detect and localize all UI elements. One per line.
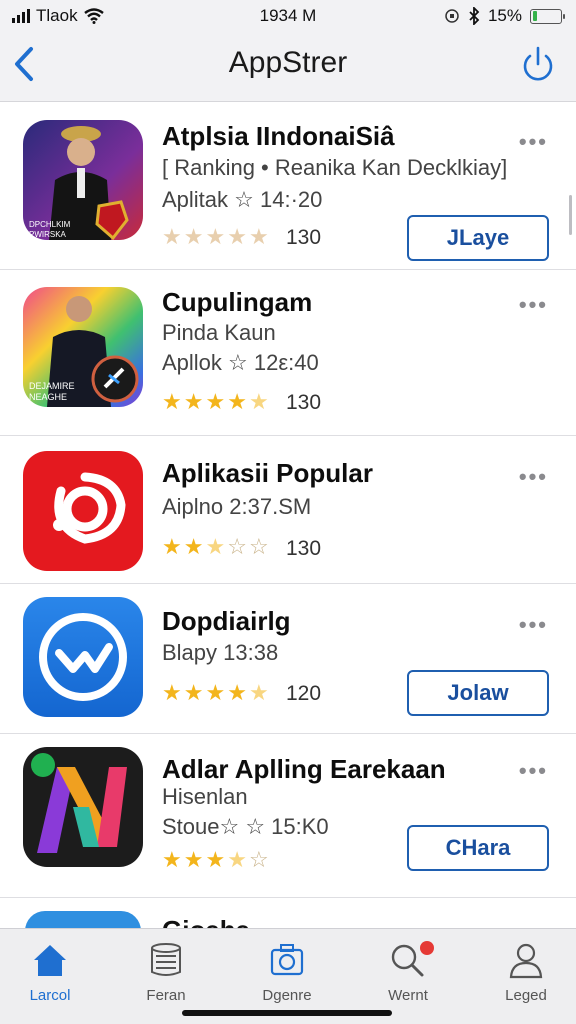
status-bar: Tlaok 1934 M 15% [0,0,576,32]
app-meta: Aplitak ☆ 14:·20 [162,187,323,212]
sound-logo-icon [53,472,126,544]
star-icon: ★ [205,224,226,249]
notification-badge [420,941,434,955]
app-title: Cupulingam [162,287,313,317]
rating-stars: ★ ★ ★ ★ ☆ [162,849,269,871]
camera-icon [270,944,304,976]
star-icon: ★ [162,389,182,414]
tab-label: Wernt [388,987,428,1004]
star-icon: ☆ [248,847,269,872]
star-icon: ★ [227,847,247,872]
wave-logo-icon [39,613,127,701]
app-meta: Apllok ☆ 12ε:40 [162,350,319,375]
star-icon: ★ [162,847,182,872]
star-icon: ★ [227,224,247,249]
more-icon[interactable]: ••• [519,464,548,490]
app-subtitle: Blapy 13:38 [162,640,279,665]
app-list: DPCHLKIM PWIRSKA Atplsia IIndonaiSiâ [ R… [0,103,576,898]
star-icon: ★ [183,224,204,249]
battery-icon [530,8,565,24]
navigation-bar: AppStrer [0,32,576,102]
database-icon [151,943,181,976]
rating-stars: ★ ★ ★ ★ ★ [162,682,269,704]
list-item[interactable]: DPCHLKIM PWIRSKA Atplsia IIndonaiSiâ [ R… [0,103,576,270]
list-item[interactable]: Aplikasii Popular Aiplno 2:37.SM ★ ★ ★ ☆ ☆ 1… [0,436,576,584]
rating-count: 120 [286,682,322,705]
tab-home[interactable]: Larcol [0,939,100,1009]
app-title: Dopdiairlg [162,606,291,636]
letter-n-logo-icon [31,753,127,853]
star-icon: ★ [205,680,226,705]
bluetooth-icon [469,7,480,25]
battery-percent: 15% [487,6,522,25]
home-indicator [182,1010,392,1016]
star-icon: ★ [183,534,204,559]
app-meta: Stoue☆ ☆ 15:K0 [162,814,329,839]
star-icon: ★ [227,389,247,414]
tab-dgenre[interactable]: Dgenre [237,939,337,1009]
more-icon[interactable]: ••• [519,129,548,155]
more-icon[interactable]: ••• [519,292,548,318]
more-icon[interactable]: ••• [519,758,548,784]
star-icon: ☆ [248,534,269,559]
home-icon [34,945,66,976]
rating-stars: ★ ★ ★ ★ ★ [162,226,269,248]
rating-count: 130 [286,226,322,249]
tab-label: Feran [146,987,186,1004]
star-icon: ★ [248,680,269,705]
more-icon[interactable]: ••• [519,612,548,638]
tab-leged[interactable]: Leged [476,939,576,1009]
icon-caption: DEJAMIRE NEAGHE [29,381,75,402]
tab-label: Dgenre [262,987,312,1004]
rating-stars: ★ ★ ★ ☆ ☆ [162,536,269,558]
app-subtitle: Aiplno 2:37.SM [162,494,312,519]
star-icon: ★ [205,389,226,414]
star-icon: ★ [162,680,182,705]
app-title: Adlar Aplling Earekaan [162,754,446,784]
icon-caption: DPCHLKIM PWIRSKA [29,220,71,239]
star-icon: ★ [227,680,247,705]
tab-label: Leged [505,987,547,1004]
get-button[interactable]: Jolaw [407,670,549,716]
rating-count: 130 [286,391,322,414]
star-icon: ★ [248,224,269,249]
tab-label: Larcol [29,987,71,1004]
star-icon: ★ [183,389,204,414]
app-icon: DEJAMIRE NEAGHE [23,287,143,407]
app-icon [23,451,143,571]
tab-wernt[interactable]: Wernt [358,939,458,1009]
list-item[interactable]: DEJAMIRE NEAGHE Cupulingam Pinda Kaun Ap… [0,270,576,436]
list-item[interactable]: Adlar Aplling Earekaan Hisenlan Stoue☆ ☆… [0,734,576,898]
star-icon: ★ [162,534,182,559]
orientation-lock-icon [445,9,459,23]
app-subtitle: Pinda Kaun [162,320,276,345]
rating-count: 130 [286,537,322,560]
person-icon [509,943,543,979]
star-icon: ★ [162,224,182,249]
get-button[interactable]: JLaye [407,215,549,261]
app-title: Aplikasii Popular [162,458,373,488]
star-icon: ★ [183,680,204,705]
app-icon [23,597,143,717]
app-icon [23,747,143,867]
app-icon: DPCHLKIM PWIRSKA [23,120,143,240]
star-icon: ★ [205,847,226,872]
page-title: AppStrer [228,46,348,79]
power-icon [523,46,553,81]
rating-stars: ★ ★ ★ ★ ★ [162,391,269,413]
app-title: Atplsia IIndonaiSiâ [162,121,395,151]
list-item[interactable]: Dopdiairlg Blapy 13:38 ★ ★ ★ ★ ★ 120 ••• Jol… [0,584,576,734]
get-button[interactable]: CHara [407,825,549,871]
star-icon: ★ [248,389,269,414]
star-icon: ☆ [227,534,247,559]
tab-feran[interactable]: Feran [116,939,216,1009]
app-subtitle: Hisenlan [162,784,248,809]
app-subtitle: [ Ranking • Reanika Kan Decklkiay] [162,155,508,180]
star-icon: ★ [183,847,204,872]
star-icon: ★ [205,534,226,559]
power-button[interactable] [520,44,556,84]
status-right: 15% [444,6,565,26]
